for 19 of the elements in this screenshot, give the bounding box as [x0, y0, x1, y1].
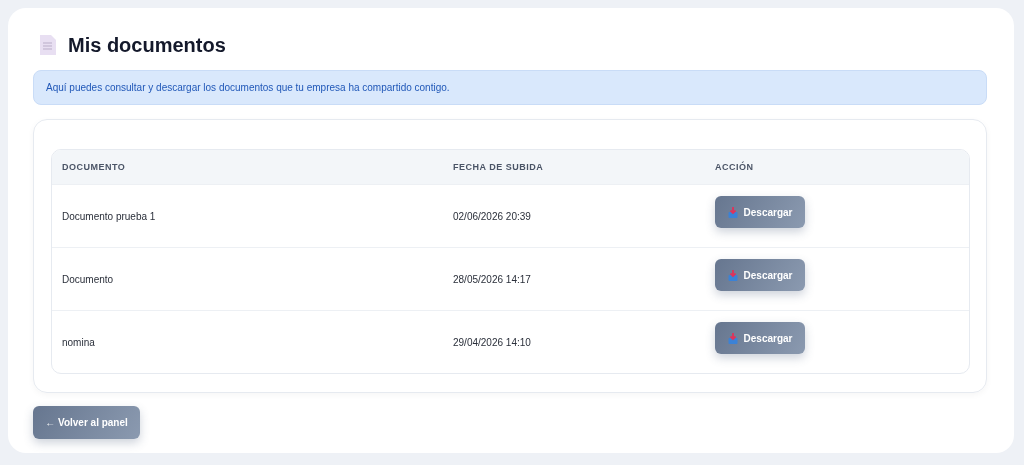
info-banner: Aquí puedes consultar y descargar los documentos que tu empresa ha compartido contigo.: [33, 70, 987, 105]
download-button[interactable]: Descargar: [715, 322, 805, 354]
document-icon: [39, 35, 56, 55]
back-button[interactable]: ← Volver al panel: [33, 406, 140, 439]
download-icon: [727, 206, 738, 218]
column-header: FECHA DE SUBIDA: [453, 162, 545, 172]
column-header: DOCUMENTO: [62, 162, 127, 172]
download-button[interactable]: Descargar: [715, 196, 805, 228]
column-header: ACCIÓN: [715, 162, 755, 172]
download-icon: [727, 332, 738, 344]
table-cell-text: 28/05/2026 14:17: [453, 273, 532, 285]
download-icon: [727, 269, 738, 281]
table-cell-text: 02/06/2026 20:39: [453, 210, 532, 222]
download-button[interactable]: Descargar: [715, 259, 805, 291]
table-cell-text: nomina: [62, 336, 96, 348]
page-title: Mis documentos: [68, 33, 226, 57]
table-cell-text: Documento: [62, 273, 115, 285]
table-cell-text: 29/04/2026 14:10: [453, 336, 532, 348]
table-cell-text: Documento prueba 1: [62, 210, 157, 222]
